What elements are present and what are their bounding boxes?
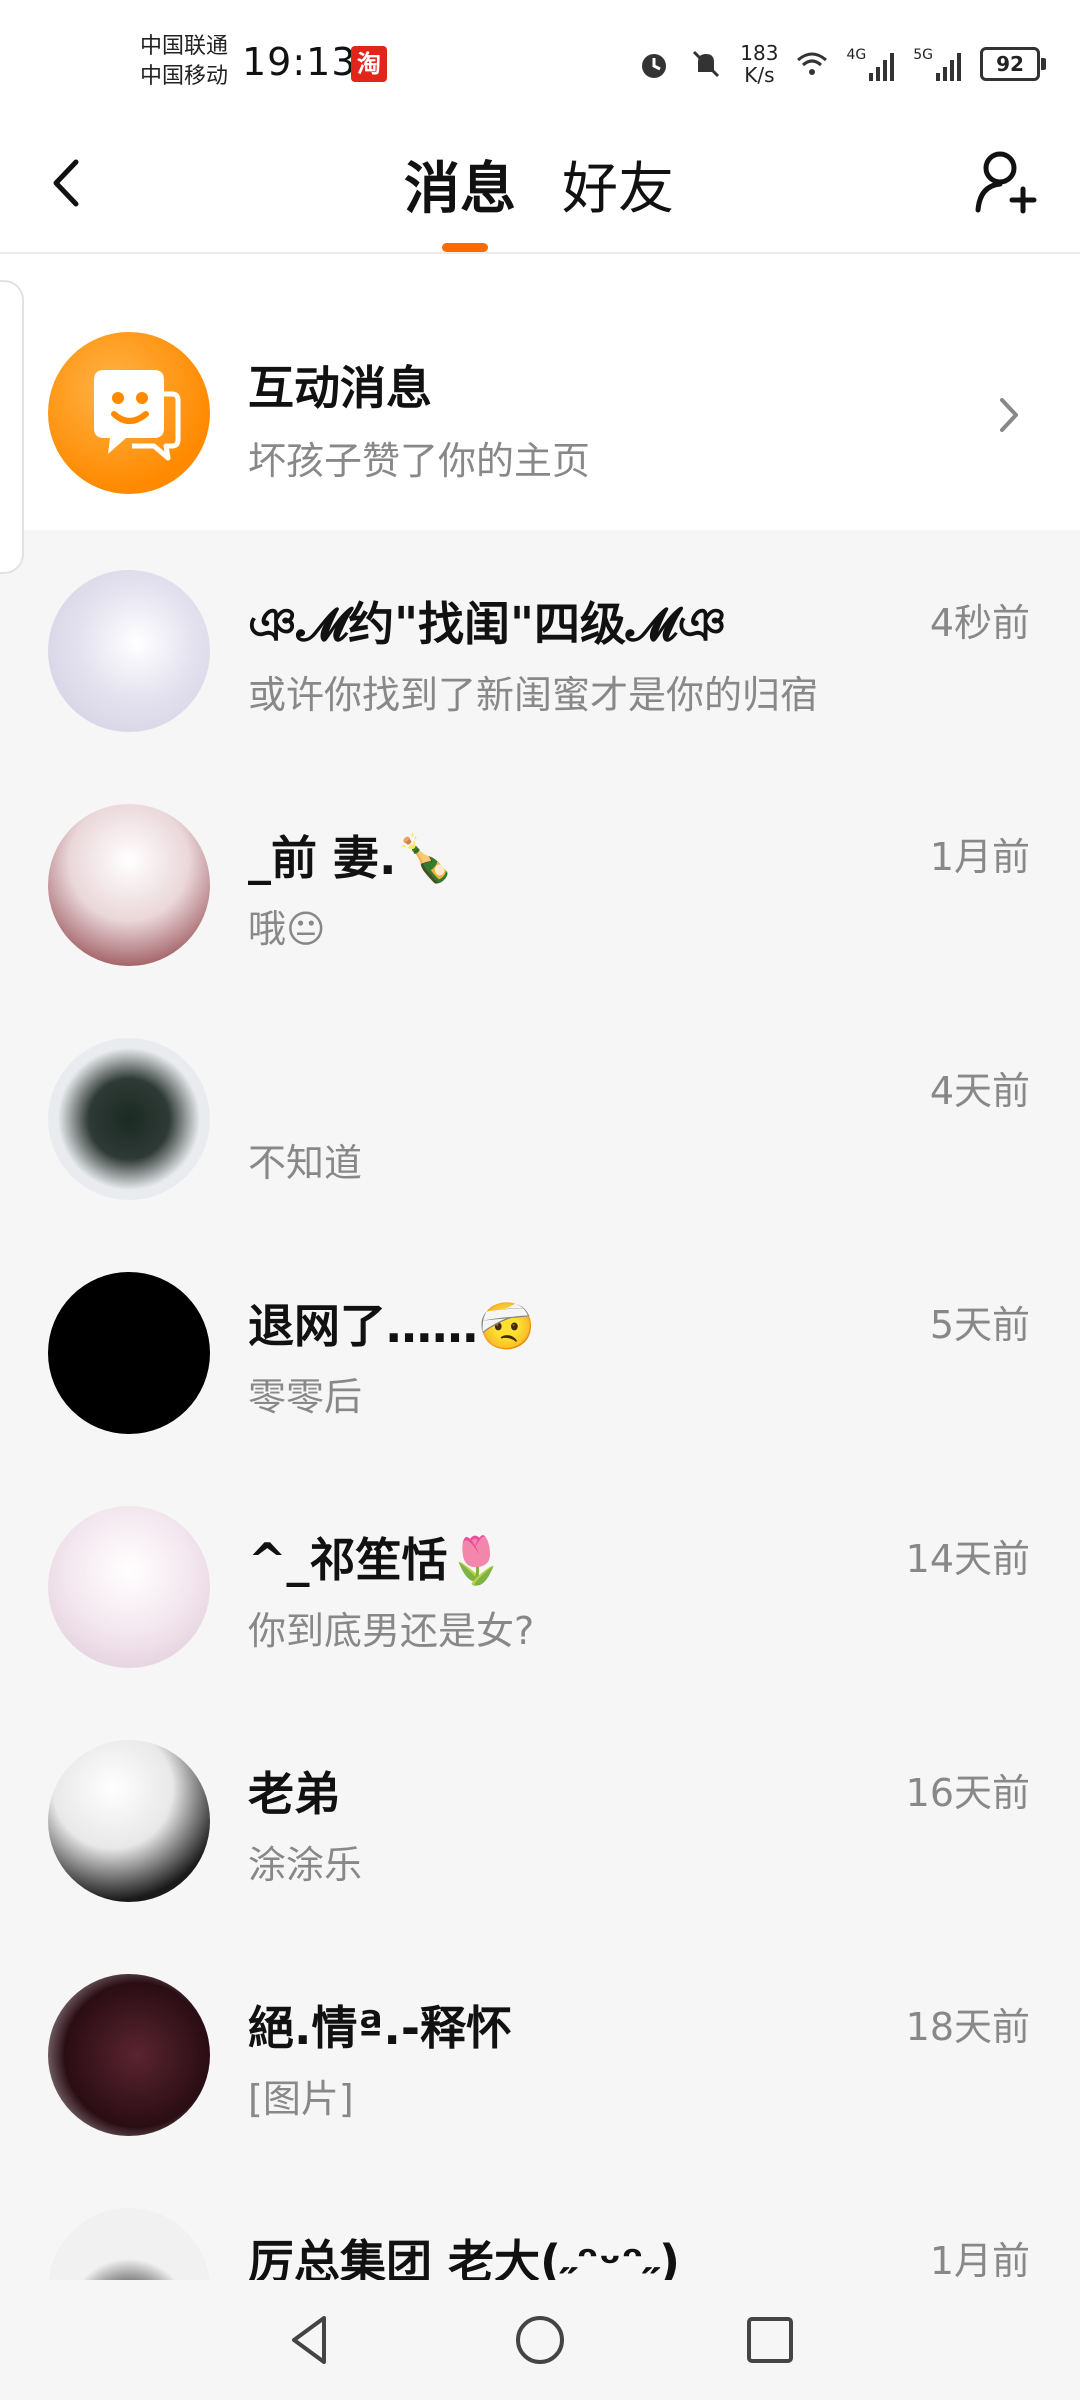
tab-friends[interactable]: 好友 xyxy=(562,144,674,225)
contact-name: _前 妻.🍾 xyxy=(248,831,454,885)
message-preview: 或许你找到了新闺蜜才是你的归宿 xyxy=(248,673,819,717)
message-preview: 你到底男还是女? xyxy=(248,1609,535,1653)
speed-value: 183 xyxy=(740,41,779,65)
battery-indicator: 92 xyxy=(980,47,1046,81)
message-preview: 哦😐 xyxy=(248,907,326,951)
carrier-info: 中国联通 中国移动 xyxy=(140,32,228,92)
interaction-title: 互动消息 xyxy=(248,361,432,415)
signal-bars-icon xyxy=(936,53,961,81)
conversation-row[interactable]: 厉总集团 老大(˶ᵔᵕᵔ˶) 1月前 xyxy=(0,2168,1080,2280)
conversation-row[interactable]: 不知道 4天前 xyxy=(0,998,1080,1232)
message-time: 16天前 xyxy=(905,1771,1030,1815)
contact-name: ঞ𝓜约"找闺"四级𝓜ঞ xyxy=(248,597,727,651)
contact-name: 退网了……🤕 xyxy=(248,1299,536,1353)
network-speed: 183 K/s xyxy=(740,42,778,86)
avatar xyxy=(48,570,210,732)
contact-name: ^_祁笙恬🌷 xyxy=(248,1533,505,1587)
alarm-icon xyxy=(642,54,667,78)
contact-name: 厉总集团 老大(˶ᵔᵕᵔ˶) xyxy=(248,2235,681,2280)
active-tab-indicator xyxy=(442,243,488,252)
wifi-icon xyxy=(797,52,828,75)
message-time: 1月前 xyxy=(929,835,1030,879)
conversation-list: ঞ𝓜约"找闺"四级𝓜ঞ 或许你找到了新闺蜜才是你的归宿 4秒前 _前 妻.🍾 哦… xyxy=(0,530,1080,2280)
nav-recents-icon[interactable] xyxy=(740,2310,800,2370)
avatar xyxy=(48,1038,210,1200)
signal-5g: 5G xyxy=(913,47,964,81)
contact-name: 絕.情ª.-释怀 xyxy=(248,2001,512,2055)
avatar xyxy=(48,1506,210,1668)
add-friend-icon[interactable] xyxy=(970,144,1040,224)
network-label-2: 5G xyxy=(913,47,933,63)
conversation-row[interactable]: 老弟 涂涂乐 16天前 xyxy=(0,1700,1080,1934)
interaction-messages-row[interactable]: 互动消息 坏孩子赞了你的主页 xyxy=(0,254,1080,530)
message-preview: 不知道 xyxy=(248,1141,363,1185)
screen: 中国联通 中国移动 19:13 淘 183 K/s 4G 5G 92 消息 好友… xyxy=(0,0,1080,2400)
message-time: 14天前 xyxy=(905,1537,1030,1581)
avatar xyxy=(48,804,210,966)
message-preview: [图片] xyxy=(248,2077,354,2121)
message-time: 4天前 xyxy=(929,1069,1030,1113)
mute-bell-icon xyxy=(693,50,720,78)
nav-home-icon[interactable] xyxy=(510,2310,570,2370)
signal-4g: 4G xyxy=(846,47,897,81)
conversation-row[interactable]: 退网了……🤕 零零后 5天前 xyxy=(0,1232,1080,1466)
status-icons: 183 K/s 4G 5G 92 xyxy=(636,36,1046,92)
speed-unit: K/s xyxy=(744,63,775,87)
avatar xyxy=(48,2208,210,2280)
message-preview: 涂涂乐 xyxy=(248,1843,363,1887)
status-time: 19:13 xyxy=(242,40,357,84)
conversation-row[interactable]: ^_祁笙恬🌷 你到底男还是女? 14天前 xyxy=(0,1466,1080,1700)
message-preview: 零零后 xyxy=(248,1375,363,1419)
system-navigation-bar xyxy=(0,2280,1080,2400)
signal-bars-icon xyxy=(869,53,895,81)
avatar xyxy=(48,1740,210,1902)
carrier-2: 中国移动 xyxy=(140,64,229,89)
avatar xyxy=(48,1272,210,1434)
message-time: 4秒前 xyxy=(929,601,1030,645)
conversation-row[interactable]: 絕.情ª.-释怀 [图片] 18天前 xyxy=(0,1934,1080,2168)
taobao-notification-icon: 淘 xyxy=(351,46,387,82)
conversation-row[interactable]: ঞ𝓜约"找闺"四级𝓜ঞ 或许你找到了新闺蜜才是你的归宿 4秒前 xyxy=(0,530,1080,764)
status-bar: 中国联通 中国移动 19:13 淘 183 K/s 4G 5G 92 xyxy=(0,0,1080,128)
interaction-subtitle: 坏孩子赞了你的主页 xyxy=(248,439,591,483)
header: 消息 好友 xyxy=(0,128,1080,254)
tab-messages[interactable]: 消息 xyxy=(404,144,516,225)
carrier-1: 中国联通 xyxy=(140,34,229,59)
chevron-right-icon xyxy=(1000,398,1018,432)
interaction-avatar xyxy=(48,332,210,494)
message-time: 18天前 xyxy=(905,2005,1030,2049)
nav-back-icon[interactable] xyxy=(280,2310,340,2370)
message-time: 1月前 xyxy=(929,2239,1030,2280)
back-icon[interactable] xyxy=(40,148,100,218)
message-time: 5天前 xyxy=(929,1303,1030,1347)
network-label-1: 4G xyxy=(846,47,867,63)
avatar xyxy=(48,1974,210,2136)
contact-name: 老弟 xyxy=(248,1767,340,1821)
conversation-row[interactable]: _前 妻.🍾 哦😐 1月前 xyxy=(0,764,1080,998)
chat-bubble-smile-icon xyxy=(94,370,181,461)
